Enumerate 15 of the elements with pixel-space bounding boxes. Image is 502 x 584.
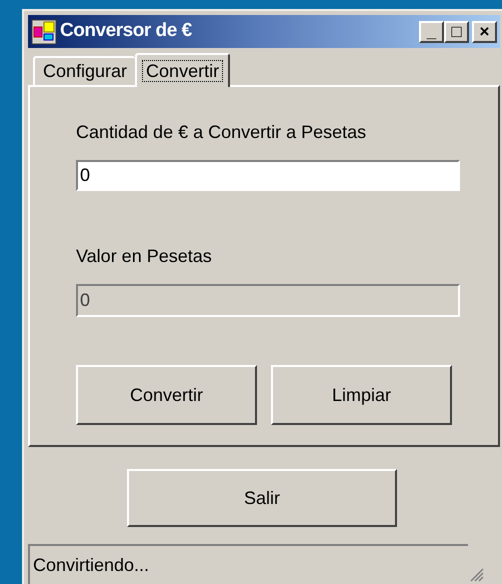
app-icon <box>31 18 57 44</box>
window-title: Conversor de € <box>60 19 192 44</box>
input-field[interactable]: 0 <box>76 160 460 191</box>
close-button[interactable]: × <box>472 20 497 42</box>
field-label: Valor en Pesetas <box>76 245 213 268</box>
field-label: Cantidad de € a Convertir a Pesetas <box>76 121 368 144</box>
minimize-button[interactable]: _ <box>419 20 444 42</box>
resize-grip-icon[interactable] <box>470 568 484 582</box>
maximize-button[interactable]: □ <box>444 20 469 42</box>
exit-button[interactable]: Salir <box>127 469 397 527</box>
action-button[interactable]: Limpiar <box>271 365 452 425</box>
tab[interactable]: Convertir <box>135 53 230 87</box>
action-button[interactable]: Convertir <box>76 365 257 425</box>
status-bar: Convirtiendo... <box>28 544 468 584</box>
tab[interactable]: Configurar <box>33 56 136 85</box>
